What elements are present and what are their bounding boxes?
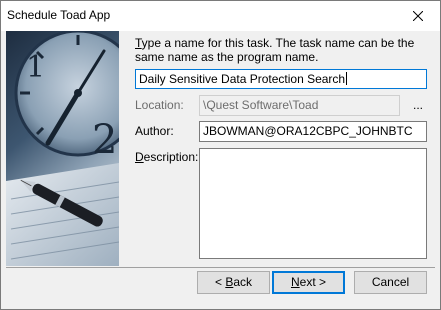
svg-text:2: 2 — [92, 117, 117, 163]
wizard-clock-pen-illustration: 1 2 — [6, 31, 119, 266]
text-caret — [346, 72, 348, 85]
instruction-text: Type a name for this task. The task name… — [135, 36, 415, 64]
next-button[interactable]: Next > — [272, 271, 345, 294]
cancel-button[interactable]: Cancel — [354, 271, 427, 294]
location-input: \Quest Software\Toad — [199, 95, 400, 116]
description-label: Description: — [135, 150, 199, 164]
author-input[interactable]: JBOWMAN@ORA12CBPC_JOHNBTC — [199, 121, 427, 142]
browse-location-button[interactable]: ... — [410, 98, 426, 112]
svg-text:1: 1 — [26, 50, 45, 85]
button-separator — [6, 267, 435, 268]
description-textarea[interactable] — [199, 148, 427, 259]
schedule-dialog: Schedule Toad App 1 2 Type a name for th… — [0, 0, 441, 310]
back-button[interactable]: < Back — [197, 271, 270, 294]
close-button[interactable] — [395, 1, 440, 31]
title-bar: Schedule Toad App — [1, 1, 440, 31]
location-label: Location: — [135, 98, 184, 112]
window-title: Schedule Toad App — [7, 8, 111, 22]
clock-pen-icon: 1 2 — [6, 31, 119, 266]
close-icon — [412, 11, 423, 21]
task-name-input[interactable]: Daily Sensitive Data Protection Search — [135, 69, 427, 89]
author-label: Author: — [135, 124, 174, 138]
